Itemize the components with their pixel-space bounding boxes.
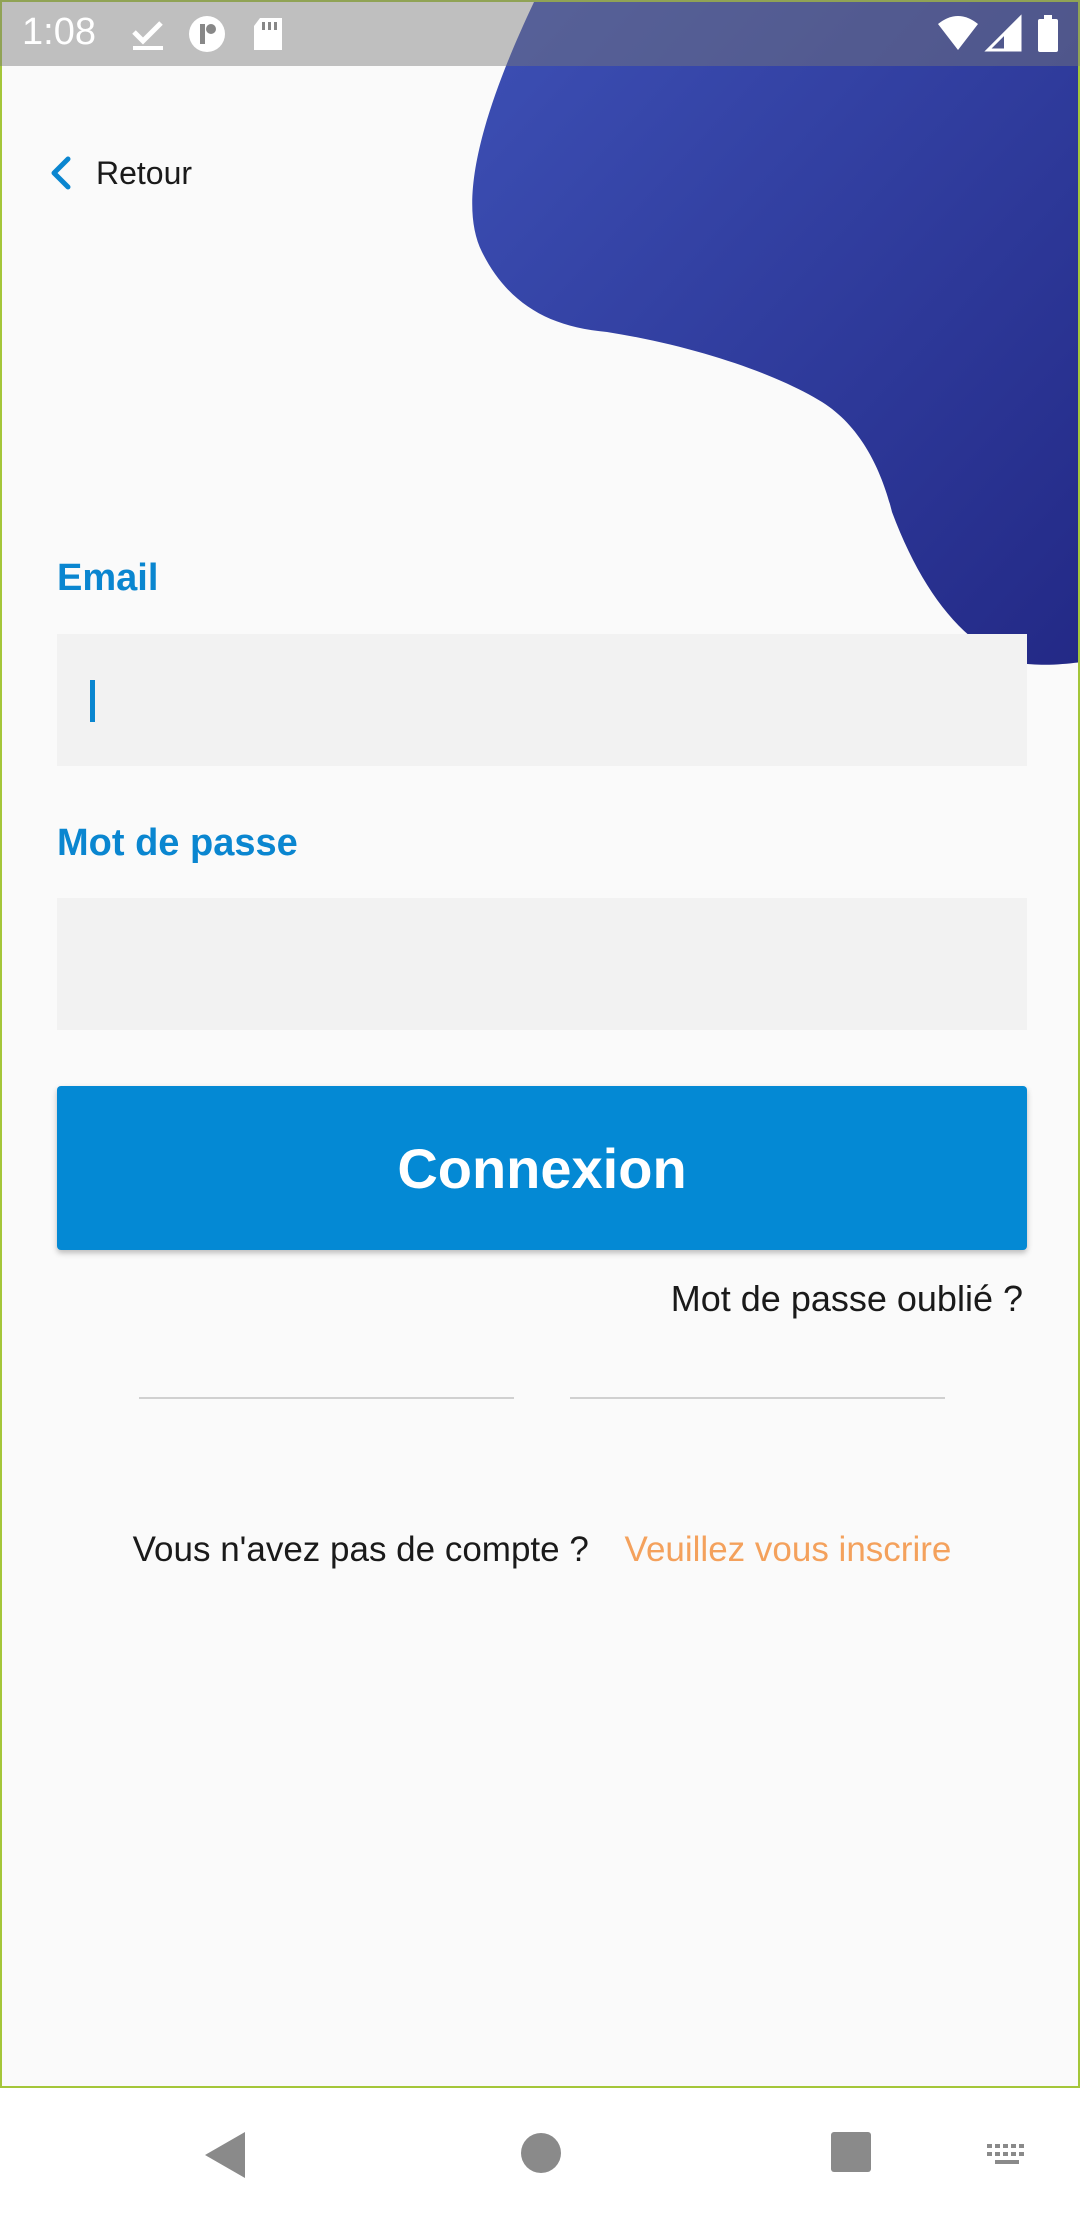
chevron-left-icon <box>51 156 71 190</box>
back-triangle-icon[interactable] <box>203 2130 249 2180</box>
forgot-password-link[interactable]: Mot de passe oublié ? <box>671 1278 1023 1320</box>
sd-card-icon <box>254 18 282 50</box>
decorative-blob <box>472 2 1078 665</box>
signup-link[interactable]: Veuillez vous inscrire <box>625 1530 952 1569</box>
status-time: 1:08 <box>22 11 96 53</box>
divider-right <box>570 1397 945 1399</box>
wifi-icon <box>938 16 978 50</box>
divider-left <box>139 1397 514 1399</box>
home-circle-icon[interactable] <box>519 2131 563 2175</box>
keyboard-icon[interactable] <box>985 2142 1031 2172</box>
email-label: Email <box>57 557 159 599</box>
login-button[interactable]: Connexion <box>57 1086 1027 1250</box>
battery-icon <box>1038 15 1058 52</box>
email-field[interactable] <box>57 634 1027 766</box>
status-bar: 1:08 <box>0 0 1080 66</box>
back-label: Retour <box>96 154 193 191</box>
signup-row: Vous n'avez pas de compte ? Veuillez vou… <box>2 1530 1078 1570</box>
app-frame: Retour Email Mot de passe Connexion Mot … <box>0 0 1080 2088</box>
navigation-bar <box>0 2088 1080 2220</box>
text-caret <box>90 680 95 722</box>
password-label: Mot de passe <box>57 822 298 864</box>
signup-prompt: Vous n'avez pas de compte ? <box>132 1530 589 1569</box>
check-download-icon <box>132 21 163 50</box>
recents-square-icon[interactable] <box>830 2131 872 2173</box>
screen: Retour Email Mot de passe Connexion Mot … <box>0 0 1080 2220</box>
signal-icon <box>984 14 1022 52</box>
app-notification-icon <box>189 16 225 52</box>
back-button[interactable]: Retour <box>46 150 192 196</box>
password-field[interactable] <box>57 898 1027 1030</box>
